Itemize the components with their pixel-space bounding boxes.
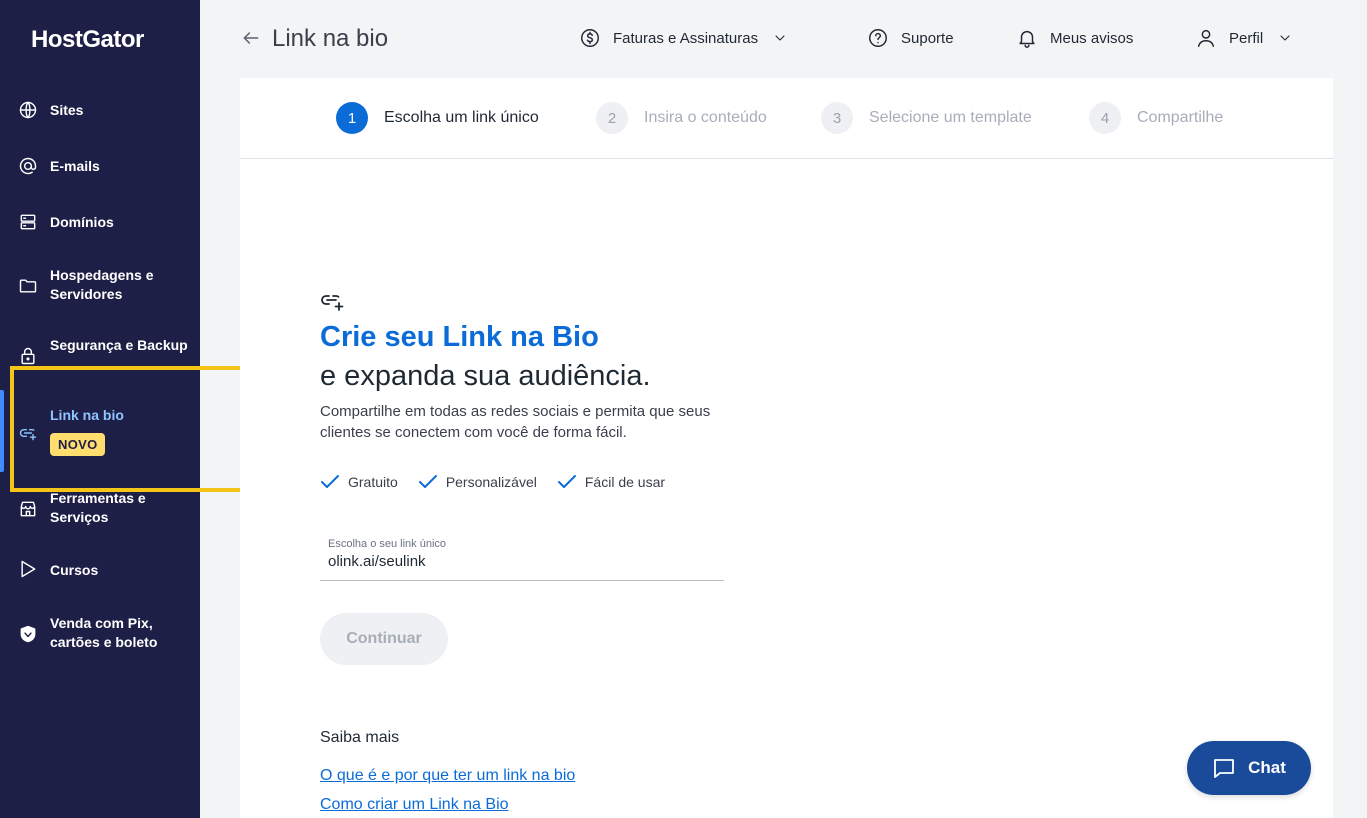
link-add-icon bbox=[320, 292, 344, 312]
step-label: Selecione um template bbox=[869, 109, 1032, 126]
hero-description: Compartilhe em todas as redes sociais e … bbox=[320, 403, 711, 441]
sidebar-item-label: Domínios bbox=[50, 213, 114, 230]
user-icon bbox=[1197, 29, 1215, 47]
sidebar-item-ferramentas[interactable]: Ferramentas e Serviços bbox=[0, 489, 200, 529]
learn-more-link-what-is[interactable]: O que é e por que ter um link na bio bbox=[320, 767, 575, 785]
learn-more-heading: Saiba mais bbox=[320, 729, 400, 746]
profile-label: Perfil bbox=[1229, 29, 1264, 47]
back-button[interactable] bbox=[241, 28, 261, 48]
notices-label: Meus avisos bbox=[1050, 29, 1134, 47]
sidebar-item-sites[interactable]: Sites bbox=[0, 98, 200, 122]
learn-more-link-how-to[interactable]: Como criar um Link na Bio bbox=[320, 796, 509, 814]
chevron-down-icon bbox=[775, 35, 785, 41]
sidebar-item-dominios[interactable]: Domínios bbox=[0, 210, 200, 234]
step-4: 4 Compartilhe bbox=[1089, 102, 1223, 134]
profile-menu[interactable]: Perfil bbox=[1195, 26, 1293, 50]
unique-link-input[interactable] bbox=[328, 553, 718, 570]
hostgator-logo[interactable]: HostGator bbox=[31, 26, 144, 54]
play-icon bbox=[17, 558, 39, 580]
chat-label: Chat bbox=[1248, 758, 1286, 777]
feature-item: Fácil de usar bbox=[557, 474, 665, 490]
feature-list: Gratuito Personalizável Fácil de usar bbox=[320, 474, 685, 490]
page-title: Link na bio bbox=[272, 25, 389, 52]
check-icon bbox=[418, 475, 437, 488]
sidebar-item-label: Cursos bbox=[50, 562, 99, 578]
highlight-frame bbox=[10, 366, 261, 492]
billing-menu[interactable]: Faturas e Assinaturas bbox=[579, 26, 788, 50]
step-2: 2 Insira o conteúdo bbox=[596, 102, 767, 134]
at-icon bbox=[17, 155, 39, 177]
sidebar-item-label: Segurança e Backup bbox=[50, 337, 188, 353]
sidebar-item-cursos[interactable]: Cursos bbox=[0, 558, 200, 582]
unique-link-label: Escolha o seu link único bbox=[328, 538, 447, 550]
notices-link[interactable]: Meus avisos bbox=[1016, 26, 1133, 50]
continue-button[interactable]: Continuar bbox=[320, 613, 448, 665]
feature-label: Gratuito bbox=[348, 474, 398, 490]
step-number: 3 bbox=[821, 102, 853, 134]
step-label: Compartilhe bbox=[1137, 109, 1224, 126]
step-number: 4 bbox=[1089, 102, 1121, 134]
step-label: Escolha um link único bbox=[384, 109, 539, 126]
shield-icon bbox=[17, 623, 39, 645]
chevron-down-icon bbox=[1280, 35, 1290, 41]
store-icon bbox=[17, 498, 39, 520]
feature-label: Fácil de usar bbox=[584, 474, 666, 490]
chat-bubble-icon bbox=[1214, 759, 1235, 778]
feature-item: Gratuito bbox=[320, 474, 398, 490]
stepper: 1 Escolha um link único 2 Insira o conte… bbox=[240, 78, 1333, 159]
billing-label: Faturas e Assinaturas bbox=[613, 29, 759, 47]
hero-subtitle: e expanda sua audiência. bbox=[320, 360, 651, 392]
step-3: 3 Selecione um template bbox=[821, 102, 1032, 134]
support-link[interactable]: Suporte bbox=[867, 26, 954, 50]
feature-item: Personalizável bbox=[418, 474, 537, 490]
hero-title: Crie seu Link na Bio bbox=[320, 321, 599, 353]
feature-label: Personalizável bbox=[445, 474, 537, 490]
bell-icon bbox=[1019, 30, 1035, 48]
check-icon bbox=[557, 475, 576, 488]
support-label: Suporte bbox=[901, 29, 954, 47]
arrow-left-icon bbox=[243, 32, 259, 44]
main-card: 1 Escolha um link único 2 Insira o conte… bbox=[240, 78, 1333, 818]
help-circle-icon bbox=[869, 29, 887, 47]
sidebar-item-venda[interactable]: Venda com Pix, cartões e boleto bbox=[0, 614, 200, 654]
sidebar-item-label: E-mails bbox=[50, 157, 100, 174]
lock-icon bbox=[17, 345, 39, 366]
sidebar-item-label: Sites bbox=[50, 101, 84, 118]
folder-icon bbox=[17, 275, 39, 297]
dollar-circle-icon bbox=[581, 29, 599, 47]
step-label: Insira o conteúdo bbox=[644, 109, 767, 126]
unique-link-field: Escolha o seu link único bbox=[320, 536, 724, 581]
sidebar-item-emails[interactable]: E-mails bbox=[0, 154, 200, 178]
step-1: 1 Escolha um link único bbox=[336, 102, 539, 134]
sidebar-item-label: Ferramentas e Serviços bbox=[50, 490, 146, 525]
chat-button[interactable]: Chat bbox=[1187, 741, 1311, 795]
check-icon bbox=[321, 475, 339, 488]
globe-icon bbox=[17, 99, 39, 121]
sidebar-item-label: Hospedagens e Servidores bbox=[50, 267, 154, 302]
sidebar-item-label: Venda com Pix, cartões e boleto bbox=[50, 615, 158, 650]
step-number: 1 bbox=[336, 102, 368, 134]
step-number: 2 bbox=[596, 102, 628, 134]
server-icon bbox=[17, 211, 39, 233]
sidebar-item-hospedagens[interactable]: Hospedagens e Servidores bbox=[0, 266, 200, 306]
sidebar-item-seguranca[interactable]: Segurança e Backup bbox=[0, 336, 200, 366]
